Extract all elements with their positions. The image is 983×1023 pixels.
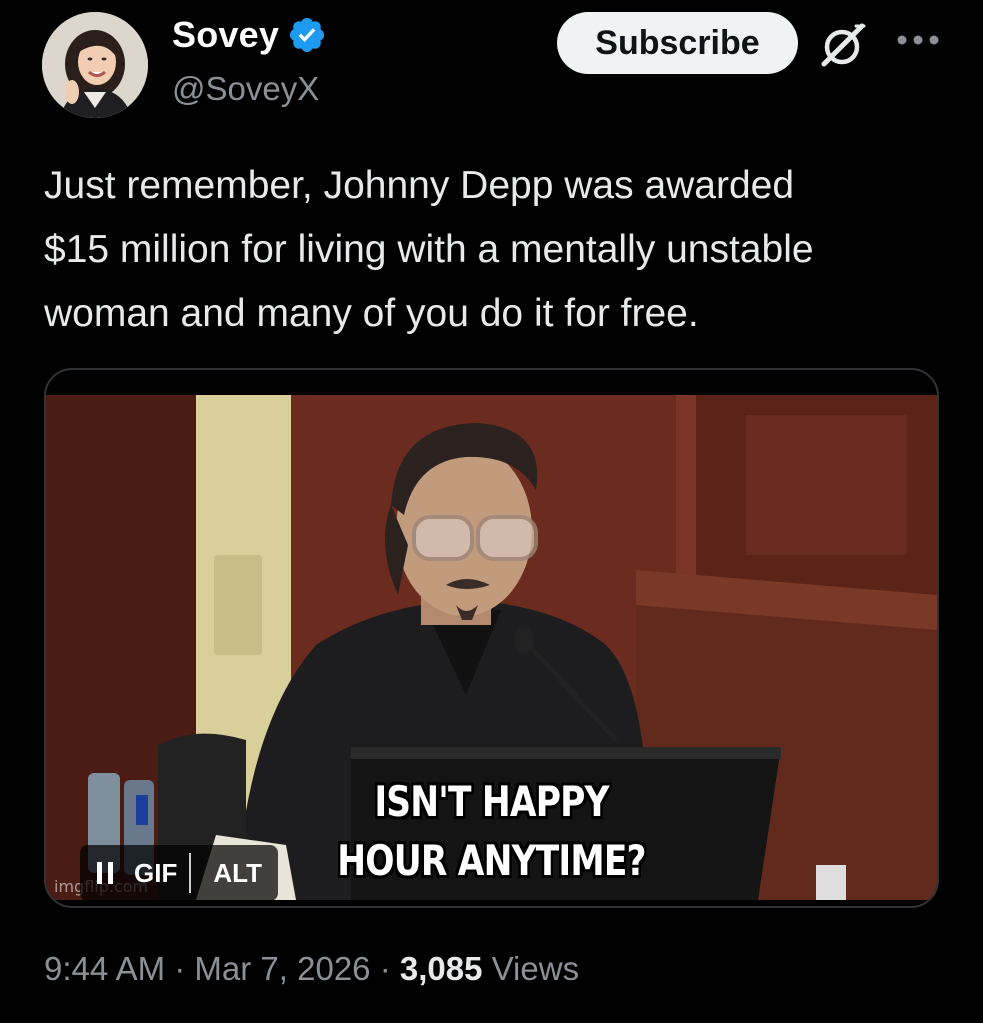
tweet-text: Just remember, Johnny Depp was awarded $… <box>44 164 814 335</box>
views-label: Views <box>491 950 580 987</box>
gif-badge: GIF <box>126 853 192 893</box>
author-handle[interactable]: @SoveyX <box>172 70 319 108</box>
meme-caption-line-1: ISN'T HAPPY <box>374 777 609 826</box>
subscribe-button[interactable]: Subscribe <box>557 12 798 74</box>
media-card[interactable]: ISN'T HAPPY HOUR ANYTIME? imgflip.com GI… <box>44 368 939 908</box>
display-name[interactable]: Sovey <box>172 14 279 56</box>
tweet-meta: 9:44 AM · Mar 7, 2026 · 3,085 Views <box>44 950 579 988</box>
tweet-time[interactable]: 9:44 AM <box>44 950 165 987</box>
gif-media[interactable]: ISN'T HAPPY HOUR ANYTIME? imgflip.com GI… <box>46 395 937 900</box>
views-count[interactable]: 3,085 <box>400 950 483 987</box>
pause-icon[interactable] <box>84 845 126 900</box>
verified-badge-icon <box>287 15 327 55</box>
avatar[interactable] <box>42 12 148 118</box>
author-name-row[interactable]: Sovey <box>172 14 327 56</box>
alt-text-button[interactable]: ALT <box>191 858 268 889</box>
tweet-date[interactable]: Mar 7, 2026 <box>194 950 370 987</box>
tweet-card[interactable]: Sovey @SoveyX Subscribe Just remember, J… <box>0 0 983 1023</box>
grok-icon[interactable] <box>816 18 870 72</box>
more-horizontal-icon[interactable] <box>893 30 943 50</box>
media-controls: GIF ALT <box>80 845 278 900</box>
separator: · <box>379 950 391 987</box>
separator: · <box>174 950 186 987</box>
